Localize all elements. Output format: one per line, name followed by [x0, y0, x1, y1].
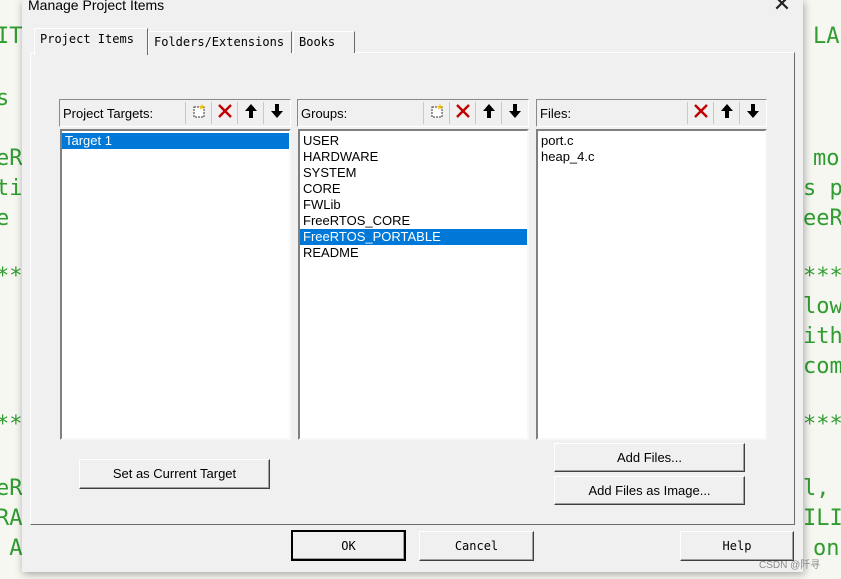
tab-label: Books: [299, 35, 336, 49]
tab-books[interactable]: Books: [293, 31, 355, 53]
add-files-as-image-button[interactable]: Add Files as Image...: [554, 476, 745, 505]
files-list[interactable]: port.c heap_4.c: [536, 129, 767, 440]
ok-button[interactable]: OK: [291, 530, 406, 561]
list-item-group[interactable]: FreeRTOS_CORE: [300, 213, 527, 229]
list-item-group[interactable]: FreeRTOS_PORTABLE: [300, 229, 527, 245]
bg-code-fragment: eeR: [803, 206, 841, 231]
tab-folders-extensions[interactable]: Folders/Extensions: [148, 31, 292, 53]
bg-code-fragment: ti: [0, 176, 23, 201]
groups-label: Groups:: [301, 106, 348, 121]
cancel-button[interactable]: Cancel: [419, 531, 534, 561]
new-group-button[interactable]: [423, 102, 449, 124]
tab-label: Folders/Extensions: [154, 35, 285, 49]
list-item-group[interactable]: SYSTEM: [300, 165, 527, 181]
groups-header: Groups:: [297, 99, 529, 127]
bg-code-fragment: ILI: [803, 506, 841, 531]
bg-code-fragment: low: [803, 294, 841, 319]
files-header: Files:: [536, 99, 767, 127]
bg-code-fragment: l,: [803, 476, 830, 501]
bg-code-fragment: eR: [0, 476, 23, 501]
list-item-file[interactable]: port.c: [538, 133, 765, 149]
move-file-down-button[interactable]: [739, 102, 765, 124]
files-label: Files:: [540, 106, 572, 121]
new-icon: [191, 103, 207, 124]
bg-code-fragment: ***: [803, 264, 841, 289]
manage-project-items-dialog: Manage Project Items ✕ Project Items Fol…: [22, 0, 803, 572]
button-label: Add Files as Image...: [588, 483, 711, 498]
list-item-file[interactable]: heap_4.c: [538, 149, 765, 165]
list-item-group[interactable]: CORE: [300, 181, 527, 197]
bg-code-fragment: LA: [813, 24, 840, 49]
move-target-down-button[interactable]: [263, 102, 289, 124]
list-item-group[interactable]: USER: [300, 133, 527, 149]
bg-code-fragment: mo: [813, 146, 840, 171]
delete-target-button[interactable]: [211, 102, 237, 124]
delete-icon: [693, 103, 709, 124]
add-files-button[interactable]: Add Files...: [554, 443, 745, 472]
move-up-icon: [243, 103, 259, 124]
set-as-current-target-button[interactable]: Set as Current Target: [79, 459, 270, 489]
list-item-group[interactable]: HARDWARE: [300, 149, 527, 165]
delete-icon: [455, 103, 471, 124]
bg-code-fragment: ***: [803, 412, 841, 437]
list-item-group[interactable]: FWLib: [300, 197, 527, 213]
title-bar: Manage Project Items ✕: [22, 0, 803, 20]
delete-file-button[interactable]: [687, 102, 713, 124]
button-label: Help: [722, 539, 752, 553]
move-down-icon: [745, 103, 761, 124]
button-label: Set as Current Target: [112, 466, 237, 481]
delete-icon: [217, 103, 233, 124]
list-item-target[interactable]: Target 1: [62, 133, 289, 149]
new-target-button[interactable]: [185, 102, 211, 124]
list-item-group[interactable]: README: [300, 245, 527, 261]
bg-code-fragment: com: [803, 354, 841, 379]
move-group-up-button[interactable]: [475, 102, 501, 124]
groups-list[interactable]: USER HARDWARE SYSTEM CORE FWLib FreeRTOS…: [298, 129, 529, 440]
move-down-icon: [507, 103, 523, 124]
bg-code-fragment: A: [9, 536, 23, 561]
move-target-up-button[interactable]: [237, 102, 263, 124]
watermark: CSDN @阡寻: [759, 560, 821, 571]
project-targets-label: Project Targets:: [63, 106, 154, 121]
tab-project-items[interactable]: Project Items: [34, 28, 148, 55]
bg-code-fragment: s p: [803, 176, 841, 201]
move-down-icon: [269, 103, 285, 124]
move-up-icon: [481, 103, 497, 124]
bg-code-fragment: eR: [0, 146, 23, 171]
close-button[interactable]: ✕: [761, 0, 803, 18]
tab-label: Project Items: [40, 32, 134, 46]
project-targets-header: Project Targets:: [59, 99, 291, 127]
move-file-up-button[interactable]: [713, 102, 739, 124]
move-group-down-button[interactable]: [501, 102, 527, 124]
bg-code-fragment: ith: [803, 324, 841, 349]
dialog-title: Manage Project Items: [28, 0, 165, 13]
bg-code-fragment: IT: [0, 24, 23, 49]
new-icon: [429, 103, 445, 124]
move-up-icon: [719, 103, 735, 124]
project-targets-list[interactable]: Target 1: [60, 129, 291, 440]
bg-code-fragment: **: [0, 264, 23, 289]
button-label: OK: [341, 539, 356, 553]
button-label: Add Files...: [616, 450, 683, 465]
button-label: Cancel: [454, 539, 499, 553]
bg-code-fragment: **: [0, 412, 23, 437]
delete-group-button[interactable]: [449, 102, 475, 124]
